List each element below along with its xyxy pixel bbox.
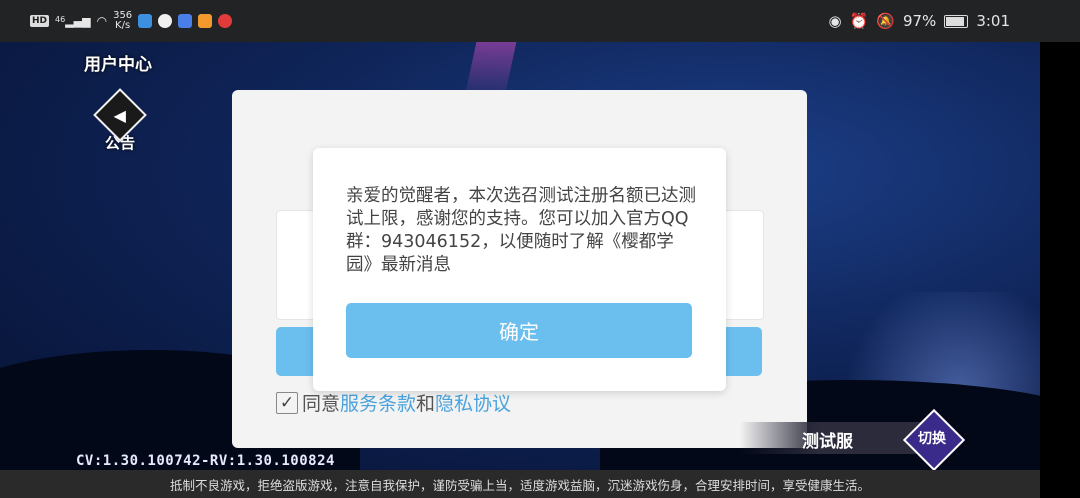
mute-icon: 🔕 bbox=[876, 12, 895, 30]
screen-edge bbox=[1040, 42, 1080, 498]
privacy-link[interactable]: 隐私协议 bbox=[435, 389, 511, 416]
confirm-button[interactable]: 确定 bbox=[346, 303, 692, 358]
eye-icon: ◉ bbox=[828, 12, 842, 30]
notice-button[interactable]: ◀ 公告 bbox=[92, 88, 148, 153]
app-icon bbox=[178, 14, 193, 28]
status-bar-right: ◉ ⏰ 🔕 97% 3:01 bbox=[829, 0, 1011, 42]
net-speed-unit: K/s bbox=[115, 20, 131, 31]
alarm-icon: ⏰ bbox=[849, 12, 869, 30]
version-text: CV:1.30.100742-RV:1.30.100824 bbox=[76, 453, 335, 469]
hd-badge: HD bbox=[30, 15, 50, 27]
signal-label: 46 bbox=[55, 14, 66, 24]
server-selector: 测试服 切换 bbox=[740, 408, 966, 472]
health-notice: 抵制不良游戏，拒绝盗版游戏，注意自我保护，谨防受骗上当，适度游戏益脑，沉迷游戏伤… bbox=[0, 470, 1040, 498]
agree-checkbox[interactable]: ✓ bbox=[276, 391, 298, 414]
app-icon bbox=[138, 14, 153, 28]
battery-percent: 97% bbox=[902, 12, 937, 30]
dialog-message: 亲爱的觉醒者，本次选召测试注册名额已达测试上限，感谢您的支持。您可以加入官方QQ… bbox=[346, 186, 696, 275]
switch-label: 切换 bbox=[918, 431, 946, 447]
net-speed: 356 K/s bbox=[113, 11, 132, 31]
agree-conjunction: 和 bbox=[416, 393, 436, 415]
signal-icon: 46▂▄▆ bbox=[55, 14, 91, 28]
server-name: 测试服 bbox=[802, 432, 853, 452]
user-center-button[interactable]: 用户中心 bbox=[84, 50, 152, 75]
status-bar-left: HD 46▂▄▆ ◠ 356 K/s bbox=[30, 0, 233, 42]
clock: 3:01 bbox=[976, 12, 1010, 30]
app-icon bbox=[158, 14, 173, 28]
app-icon bbox=[218, 14, 233, 28]
agreement-row: ✓ 同意 服务条款 和 隐私协议 bbox=[276, 389, 511, 416]
agree-prefix: 同意 bbox=[302, 393, 341, 415]
battery-icon bbox=[944, 14, 969, 28]
wifi-icon: ◠ bbox=[96, 14, 108, 28]
terms-link[interactable]: 服务条款 bbox=[340, 389, 416, 416]
app-icon bbox=[198, 14, 213, 28]
status-bar: HD 46▂▄▆ ◠ 356 K/s ◉ ⏰ 🔕 97% 3:01 bbox=[0, 0, 1080, 42]
registration-full-dialog: 亲爱的觉醒者，本次选召测试注册名额已达测试上限，感谢您的支持。您可以加入官方QQ… bbox=[313, 148, 726, 391]
